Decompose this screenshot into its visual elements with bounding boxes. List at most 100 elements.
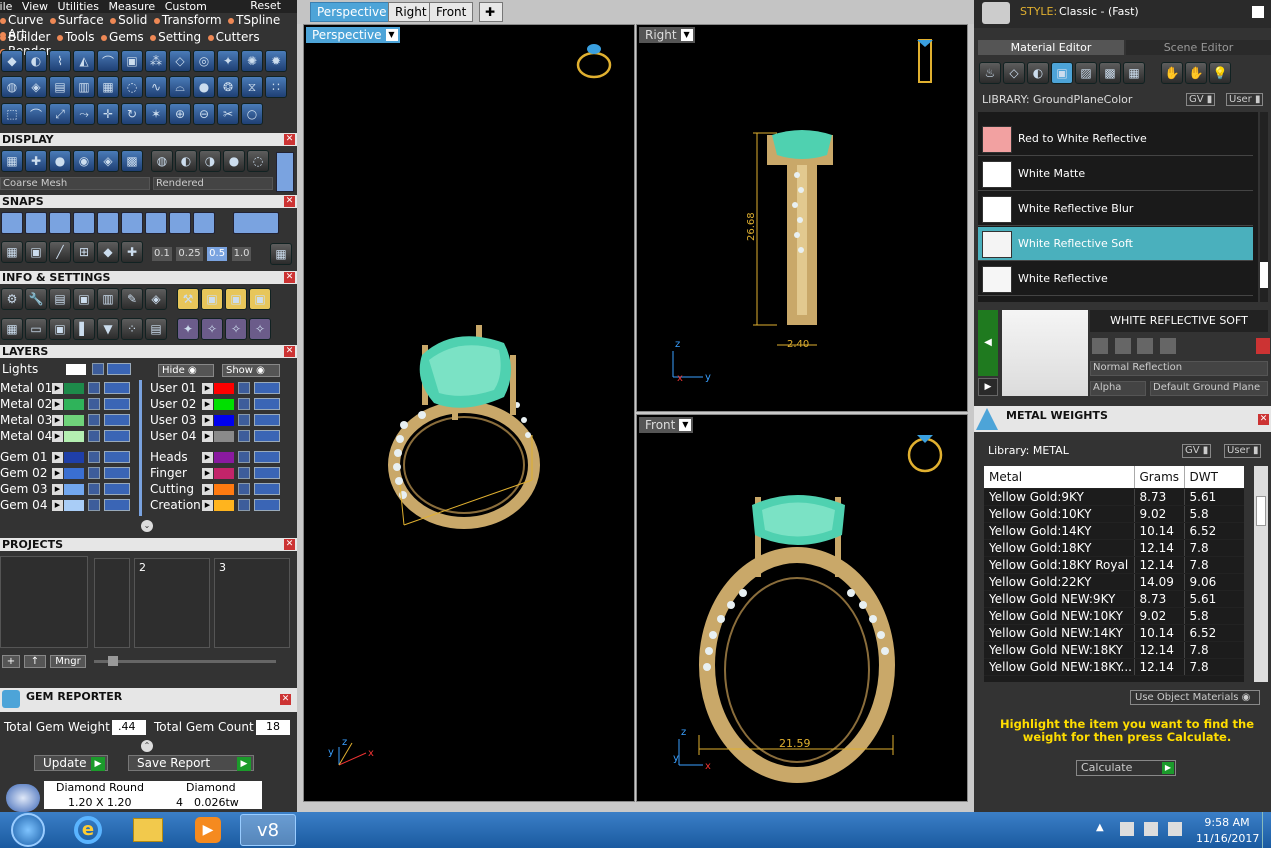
layer-visibility-button[interactable]: [254, 483, 280, 495]
grid-snap-icon[interactable]: ▦: [1, 241, 23, 263]
layer-visibility-button[interactable]: [254, 499, 280, 511]
ring-tool-icon[interactable]: ◍: [1, 76, 23, 98]
ground-plane-dropdown[interactable]: Default Ground Plane: [1150, 381, 1268, 396]
close-icon[interactable]: ✕: [284, 134, 295, 145]
layer-row[interactable]: Metal 03 ▶: [0, 413, 140, 428]
prong-tool-icon[interactable]: ✦: [217, 50, 239, 72]
cluster-tool-icon[interactable]: ❂: [217, 76, 239, 98]
layer-expand-icon[interactable]: ▶: [52, 399, 63, 410]
snap-end-icon[interactable]: [97, 212, 119, 234]
layer-expand-icon[interactable]: ▶: [52, 500, 63, 511]
table-row[interactable]: Yellow Gold NEW:14KY 10.14 6.52: [984, 624, 1244, 642]
tab-right[interactable]: Right: [388, 2, 434, 22]
pick-icon[interactable]: ✧: [201, 318, 223, 340]
sphere-tool-icon[interactable]: ●: [193, 76, 215, 98]
layer-color-swatch[interactable]: [214, 468, 234, 479]
layer-row[interactable]: Gem 03 ▶: [0, 482, 140, 497]
calculate-button[interactable]: Calculate ▶: [1076, 760, 1176, 776]
material-list-item[interactable]: White Matte: [978, 157, 1253, 191]
snap-intersection-icon[interactable]: [49, 212, 71, 234]
analyze-icon[interactable]: ✦: [177, 318, 199, 340]
layer-row[interactable]: Gem 02 ▶: [0, 466, 140, 481]
style-value[interactable]: Classic - (Fast): [1059, 5, 1139, 18]
lock-icon[interactable]: [238, 430, 250, 442]
boolean-subtract-icon[interactable]: ⊖: [193, 103, 215, 125]
layer-color-swatch[interactable]: [214, 415, 234, 426]
layer-expand-icon[interactable]: ▶: [202, 484, 213, 495]
bbox-icon[interactable]: ▣: [201, 288, 223, 310]
volume-icon[interactable]: ▣: [249, 288, 271, 310]
internet-explorer-button[interactable]: e: [60, 814, 116, 846]
layer-expand-icon[interactable]: ▶: [52, 468, 63, 479]
layer-expand-icon[interactable]: ▶: [52, 431, 63, 442]
area-icon[interactable]: ▣: [225, 288, 247, 310]
table-row[interactable]: Yellow Gold:10KY 9.02 5.8: [984, 505, 1244, 523]
loft-tool-icon[interactable]: ◭: [73, 50, 95, 72]
rotate-tool-icon[interactable]: ↻: [121, 103, 143, 125]
table-row[interactable]: Yellow Gold:14KY 10.14 6.52: [984, 522, 1244, 540]
layer-row[interactable]: Metal 01 ▶: [0, 381, 140, 396]
table-header-cell[interactable]: DWT: [1183, 466, 1244, 489]
layer-color-swatch[interactable]: [64, 484, 84, 495]
module-gems[interactable]: Gems: [101, 30, 144, 44]
table-row[interactable]: Yellow Gold:18KY 12.14 7.8: [984, 539, 1244, 557]
twist-tool-icon[interactable]: ✶: [145, 103, 167, 125]
menu-utilities[interactable]: Utilities: [58, 1, 99, 12]
perspective-viewport[interactable]: Perspective ▼ y z x: [303, 24, 635, 802]
module-surface[interactable]: Surface: [49, 13, 104, 27]
circle-tool-icon[interactable]: ○: [241, 103, 263, 125]
module-transform[interactable]: Transform: [153, 13, 222, 27]
network-icon[interactable]: [1144, 822, 1158, 836]
table-row[interactable]: Yellow Gold NEW:18KY... 12.14 7.8: [984, 658, 1244, 676]
clock-time[interactable]: 9:58 AM: [1196, 816, 1258, 829]
project-slider-handle[interactable]: [108, 656, 118, 666]
refresh-material-icon[interactable]: [1256, 338, 1270, 354]
snap-toggle-icon[interactable]: [233, 212, 279, 234]
layer-color-swatch[interactable]: [64, 383, 84, 394]
upload-project-button[interactable]: ↑: [24, 655, 46, 668]
box-info-icon[interactable]: ◈: [145, 288, 167, 310]
lock-icon[interactable]: [88, 467, 100, 479]
import-material-icon[interactable]: [1137, 338, 1153, 354]
mesh-quality-dropdown[interactable]: Coarse Mesh: [0, 177, 150, 190]
lock-icon[interactable]: [88, 483, 100, 495]
grid-display-icon[interactable]: ▩: [121, 150, 143, 172]
halo-tool-icon[interactable]: ◌: [121, 76, 143, 98]
snap-point-icon[interactable]: [1, 212, 23, 234]
project-slot-1[interactable]: [0, 556, 88, 648]
collapse-gem-icon[interactable]: ⌃: [141, 740, 153, 752]
lock-icon[interactable]: [88, 382, 100, 394]
revolve-tool-icon[interactable]: ◐: [25, 50, 47, 72]
metal-gv-toggle[interactable]: GV ▮: [1182, 444, 1212, 458]
gem-tool-icon[interactable]: ◇: [169, 50, 191, 72]
layer-expand-icon[interactable]: ▶: [52, 415, 63, 426]
array-tool-icon[interactable]: ∷: [265, 76, 287, 98]
menu-reset[interactable]: Reset: [250, 0, 281, 11]
table-row[interactable]: Yellow Gold NEW:10KY 9.02 5.8: [984, 607, 1244, 625]
start-button[interactable]: [0, 813, 56, 847]
ground-plane-icon[interactable]: ▣: [1051, 62, 1073, 84]
layer-expand-icon[interactable]: ▶: [202, 383, 213, 394]
show-button[interactable]: Show ◉: [222, 364, 280, 377]
layer-visibility-button[interactable]: [104, 382, 130, 394]
collapse-preview-icon[interactable]: ◀: [978, 310, 998, 376]
render-preview-icon[interactable]: ◍: [151, 150, 173, 172]
right-viewport[interactable]: Right ▼ 26.68 2.40 z y x: [636, 24, 968, 412]
tab-scene-editor[interactable]: Scene Editor: [1126, 40, 1271, 55]
ghost-icon[interactable]: ◌: [247, 150, 269, 172]
grid-layout-icon[interactable]: ▦: [1, 318, 23, 340]
table-row[interactable]: Yellow Gold NEW:9KY 8.73 5.61: [984, 590, 1244, 608]
layer-color-swatch[interactable]: [214, 383, 234, 394]
project-slot-3[interactable]: 3: [214, 558, 290, 648]
ortho-snap-icon[interactable]: ⊞: [73, 241, 95, 263]
layer-color-swatch[interactable]: [214, 431, 234, 442]
snap-perp-icon[interactable]: [193, 212, 215, 234]
layer-color-swatch[interactable]: [214, 452, 234, 463]
close-icon[interactable]: ✕: [284, 346, 295, 357]
flame-icon[interactable]: ♨: [979, 62, 1001, 84]
layer-visibility-button[interactable]: [254, 382, 280, 394]
lock-icon[interactable]: [238, 499, 250, 511]
table-row[interactable]: Yellow Gold:9KY 8.73 5.61: [984, 488, 1244, 506]
layer-row[interactable]: Gem 01 ▶: [0, 450, 140, 465]
file-explorer-button[interactable]: [120, 814, 176, 846]
